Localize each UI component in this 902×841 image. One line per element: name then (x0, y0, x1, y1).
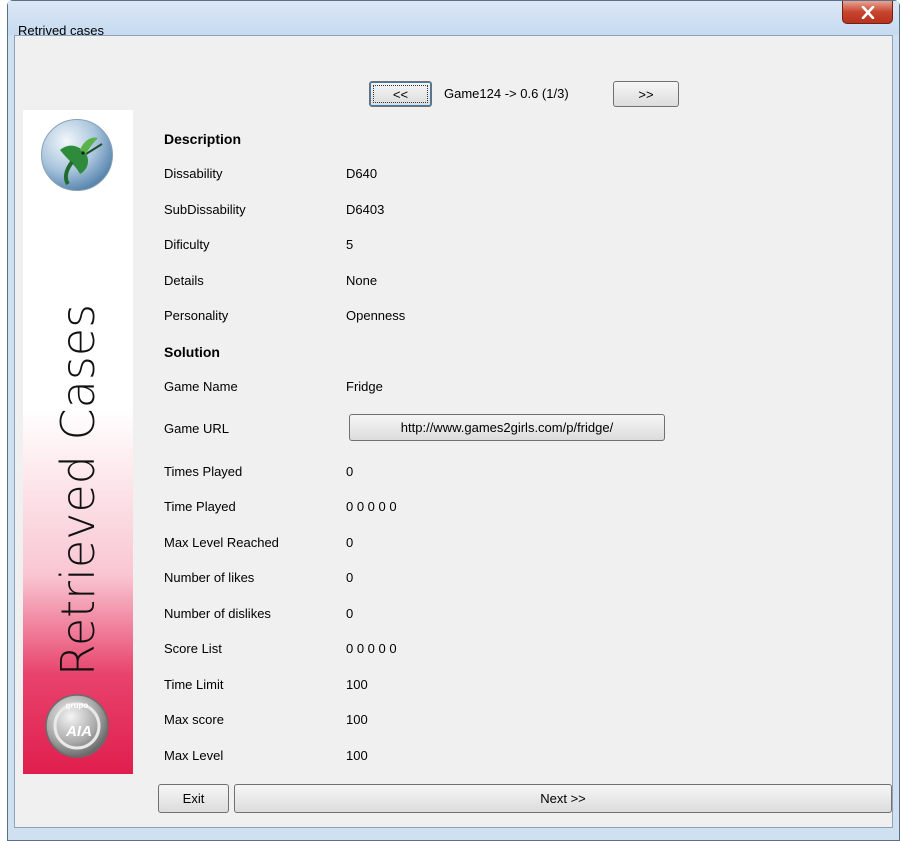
score-list-label: Score List (164, 641, 222, 656)
next-case-button[interactable]: >> (613, 81, 679, 107)
time-limit-label: Time Limit (164, 677, 224, 692)
next-button[interactable]: Next >> (234, 784, 892, 813)
number-of-dislikes-value: 0 (346, 606, 354, 621)
close-button[interactable] (842, 1, 893, 24)
max-level-reached-label: Max Level Reached (164, 535, 279, 550)
dissability-value: D640 (346, 166, 378, 181)
number-of-dislikes-label: Number of dislikes (164, 606, 271, 621)
details-label: Details (164, 273, 204, 288)
dificulty-label: Dificulty (164, 237, 210, 252)
number-of-likes-value: 0 (346, 570, 354, 585)
max-score-label: Max score (164, 712, 224, 727)
exit-button[interactable]: Exit (158, 784, 229, 813)
title-bar[interactable]: Retrived cases (8, 1, 899, 38)
subdissability-value: D6403 (346, 202, 385, 217)
case-indicator: Game124 -> 0.6 (1/3) (444, 86, 569, 101)
banner-title: Retrieved Cases (51, 303, 105, 677)
times-played-label: Times Played (164, 464, 243, 479)
previous-case-button[interactable]: << (369, 81, 432, 107)
time-played-label: Time Played (164, 499, 236, 514)
close-icon (861, 5, 875, 19)
time-played-value: 0 0 0 0 0 (346, 499, 397, 514)
gaia-logo-arc-text: grupo (66, 701, 89, 710)
times-played-value: 0 (346, 464, 354, 479)
max-level-label: Max Level (164, 748, 224, 763)
retrieved-cases-window: Retrived cases Retrieved Cases grupo AIA… (7, 0, 900, 841)
previous-case-label: << (373, 85, 428, 103)
dificulty-value: 5 (346, 237, 354, 252)
score-list-value: 0 0 0 0 0 (346, 641, 397, 656)
hummingbird-logo-icon (41, 119, 113, 191)
max-level-reached-value: 0 (346, 535, 354, 550)
game-url-label: Game URL (164, 421, 230, 436)
game-name-value: Fridge (346, 379, 383, 394)
time-limit-value: 100 (346, 677, 368, 692)
game-url-button[interactable]: http://www.games2girls.com/p/fridge/ (349, 414, 665, 441)
gaia-logo-icon: grupo AIA (44, 693, 110, 759)
solution-heading: Solution (164, 344, 220, 360)
personality-label: Personality (164, 308, 229, 323)
max-level-value: 100 (346, 748, 368, 763)
description-heading: Description (164, 131, 242, 147)
dissability-label: Dissability (164, 166, 223, 181)
personality-value: Openness (346, 308, 406, 323)
number-of-likes-label: Number of likes (164, 570, 255, 585)
game-name-label: Game Name (164, 379, 238, 394)
dialog-client-area: Retrieved Cases grupo AIA << Game124 -> … (14, 35, 893, 828)
max-score-value: 100 (346, 712, 368, 727)
details-value: None (346, 273, 378, 288)
side-banner: Retrieved Cases grupo AIA (23, 110, 133, 774)
gaia-logo-text: AIA (65, 723, 92, 740)
subdissability-label: SubDissability (164, 202, 246, 217)
